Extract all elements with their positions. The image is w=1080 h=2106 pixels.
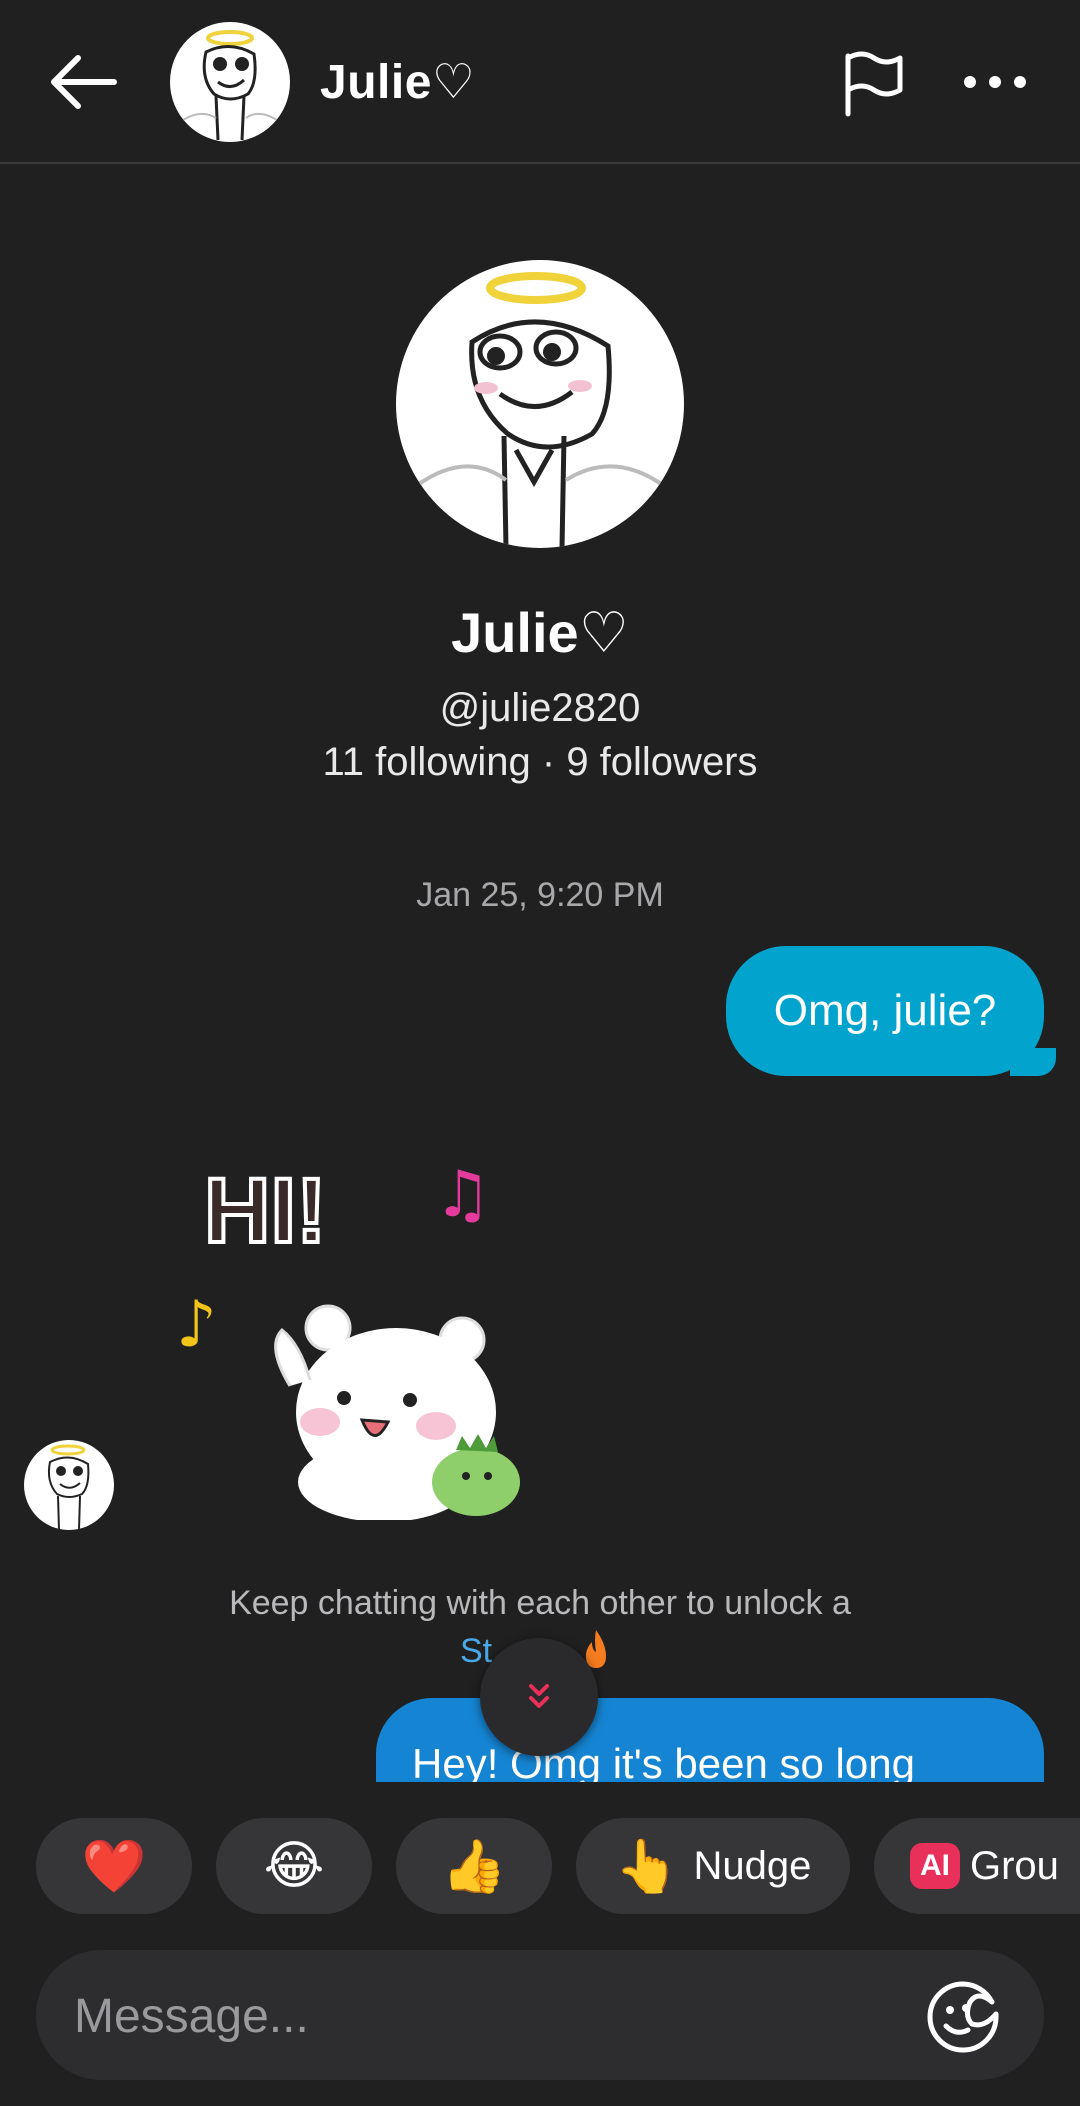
laughing-face-icon: 😂 — [263, 1836, 325, 1896]
scroll-to-bottom-button[interactable] — [480, 1638, 598, 1756]
flag-icon[interactable] — [840, 50, 906, 118]
header-contact-name[interactable]: Julie♡ — [320, 54, 475, 110]
more-dots-icon[interactable] — [960, 64, 1030, 100]
ai-badge-icon: AI — [910, 1843, 960, 1889]
message-composer — [36, 1950, 1044, 2082]
message-input[interactable] — [72, 1950, 896, 2082]
nudge-label: Nudge — [693, 1843, 812, 1888]
chat-list-bottom-edge — [0, 1782, 1080, 1810]
thumbs-up-reaction-chip[interactable]: 👍 — [396, 1818, 552, 1914]
svg-text:♫: ♫ — [434, 1158, 491, 1232]
svg-text:♪: ♪ — [176, 1288, 217, 1362]
outgoing-message-bubble[interactable]: Omg, julie? — [726, 946, 1044, 1076]
message-text: Omg, julie? — [773, 986, 997, 1035]
header-avatar[interactable] — [170, 22, 290, 142]
thumbs-up-icon: 👍 — [441, 1836, 507, 1897]
contact-avatar[interactable] — [24, 1440, 114, 1530]
nudge-chip[interactable]: 👆 Nudge — [576, 1818, 850, 1914]
message-timestamp: Jan 25, 9:20 PM — [416, 876, 664, 914]
chat-header: Julie♡ — [0, 0, 1080, 164]
ai-group-label: Grou — [970, 1843, 1059, 1888]
pointing-hand-icon: 👆 — [614, 1836, 680, 1897]
streak-notice: Keep chatting with each other to unlock … — [229, 1584, 851, 1622]
profile-stats[interactable]: 11 following · 9 followers — [0, 740, 1080, 785]
profile-avatar[interactable] — [396, 260, 684, 548]
back-arrow-icon[interactable] — [48, 52, 118, 112]
sticker-text: HI! — [204, 1160, 327, 1262]
bear-sticker[interactable]: HI! ♫ ♪ — [170, 1130, 540, 1522]
quick-reactions-bar: ❤️ 😂 👍 👆 Nudge AI Grou — [0, 1810, 1080, 1920]
double-chevron-down-icon — [529, 1684, 549, 1708]
ai-group-chip[interactable]: AI Grou — [874, 1818, 1080, 1914]
laugh-reaction-chip[interactable]: 😂 — [216, 1818, 372, 1914]
heart-reaction-chip[interactable]: ❤️ — [36, 1818, 192, 1914]
sticker-icon[interactable] — [926, 1980, 1000, 2054]
profile-name: Julie♡ — [451, 601, 629, 664]
heart-icon: ❤️ — [81, 1836, 147, 1897]
profile-handle: @julie2820 — [439, 686, 641, 730]
